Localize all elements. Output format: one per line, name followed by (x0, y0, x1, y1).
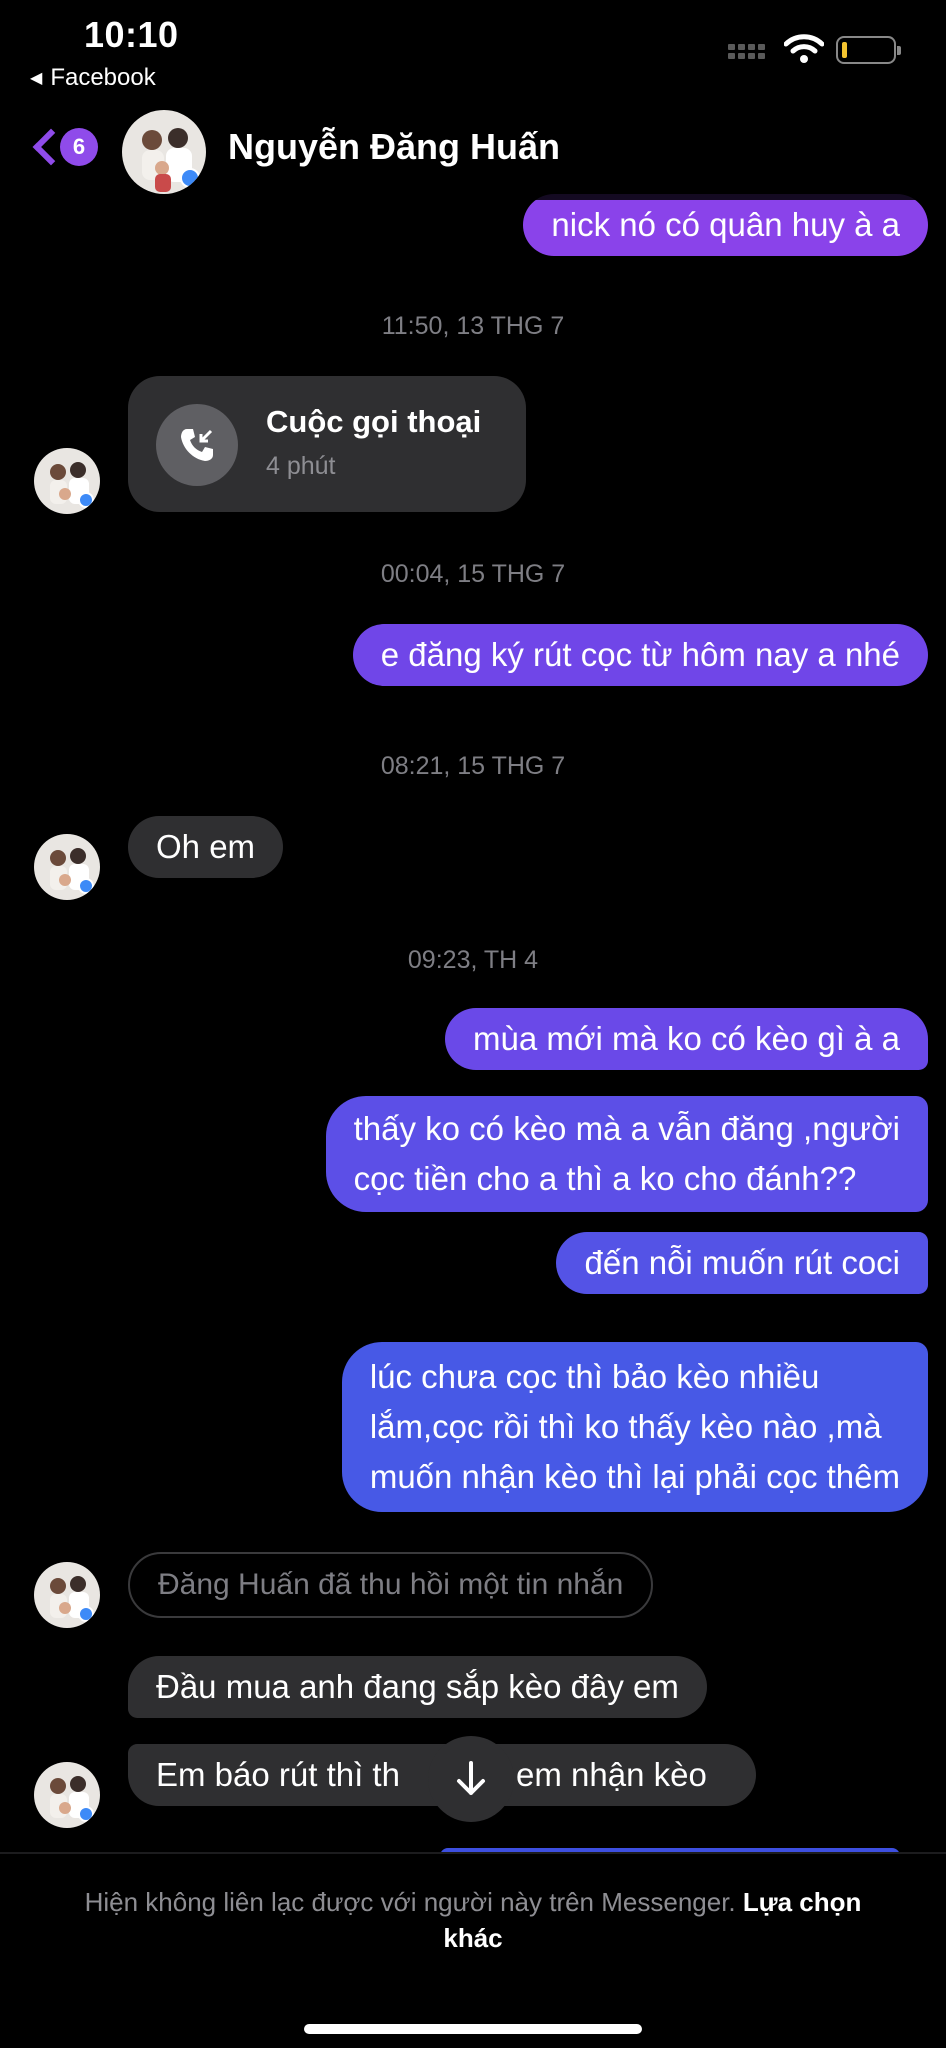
message-text: Đầu mua anh đang sắp kèo đây em (156, 1668, 679, 1705)
wifi-icon (784, 34, 824, 63)
verified-icon (78, 492, 94, 508)
verified-icon (180, 168, 200, 188)
message-text-line: muốn nhận kèo thì lại phải cọc thêm (369, 1458, 900, 1495)
contact-avatar[interactable] (122, 110, 206, 194)
message-text: nick nó có quân huy à a (551, 206, 900, 243)
back-to-app-link[interactable]: ◀ Facebook (30, 64, 156, 92)
verified-icon (78, 1606, 94, 1622)
sender-avatar[interactable] (34, 1762, 100, 1828)
back-button[interactable]: 6 (28, 128, 98, 166)
sender-avatar[interactable] (34, 834, 100, 900)
message-outgoing[interactable]: e đăng ký rút cọc từ hôm nay a nhé (352, 624, 928, 686)
message-incoming[interactable]: Oh em (128, 816, 284, 878)
composer-unavailable-bar: Hiện không liên lạc được với người này t… (0, 1852, 946, 2048)
back-triangle-icon: ◀ (30, 70, 43, 87)
timestamp: 08:21, 15 THG 7 (380, 752, 566, 780)
unavailable-notice: Hiện không liên lạc được với người này t… (60, 1884, 886, 1956)
message-outgoing[interactable]: nick nó có quân huy à a (523, 194, 928, 256)
contact-name[interactable]: Nguyễn Đăng Huấn (228, 126, 560, 168)
message-text: em nhận kèo (516, 1756, 707, 1793)
call-duration: 4 phút (266, 452, 336, 480)
message-text-line: lắm,cọc rồi thì ko thấy kèo nào ,mà (369, 1408, 882, 1445)
message-text-line: lúc chưa cọc thì bảo kèo nhiều (369, 1358, 820, 1395)
message-outgoing[interactable]: đến nỗi muốn rút coci (556, 1232, 928, 1294)
status-time: 10:10 (84, 14, 179, 55)
sender-avatar[interactable] (34, 1562, 100, 1628)
call-title: Cuộc gọi thoại (266, 404, 482, 439)
cellular-signal-icon (728, 44, 765, 59)
battery-icon (836, 36, 901, 64)
scroll-to-bottom-button[interactable] (428, 1736, 514, 1822)
message-text: e đăng ký rút cọc từ hôm nay a nhé (380, 636, 900, 673)
timestamp: 00:04, 15 THG 7 (380, 560, 566, 588)
message-outgoing[interactable]: mùa mới mà ko có kèo gì à a (445, 1008, 928, 1070)
message-text: Em báo rút thì th (156, 1756, 400, 1793)
home-indicator[interactable] (304, 2024, 642, 2034)
verified-icon (78, 1806, 94, 1822)
message-recalled-notice: Đăng Huấn đã thu hồi một tin nhắn (128, 1552, 654, 1618)
message-text-line: thấy ko có kèo mà a vẫn đăng ,người (353, 1110, 900, 1147)
message-text: mùa mới mà ko có kèo gì à a (473, 1020, 900, 1057)
sender-avatar[interactable] (34, 448, 100, 514)
message-text: Đăng Huấn đã thu hồi một tin nhắn (158, 1568, 624, 1601)
voice-call-card[interactable]: Cuộc gọi thoại 4 phút (128, 376, 526, 512)
phone-incoming-icon (156, 404, 238, 486)
message-incoming[interactable]: Đầu mua anh đang sắp kèo đây em (128, 1656, 707, 1718)
message-outgoing[interactable]: lúc chưa cọc thì bảo kèo nhiều lắm,cọc r… (341, 1342, 928, 1512)
timestamp: 09:23, TH 4 (407, 946, 539, 974)
message-outgoing[interactable]: thấy ko có kèo mà a vẫn đăng ,người cọc … (325, 1096, 928, 1212)
conversation-header: 6 Nguyễn Đăng Huấn (0, 100, 946, 200)
message-text: đến nỗi muốn rút coci (584, 1244, 900, 1281)
timestamp: 11:50, 13 THG 7 (381, 312, 565, 340)
message-text-line: cọc tiền cho a thì a ko cho đánh?? (353, 1160, 857, 1197)
notice-text: Hiện không liên lạc được với người này t… (84, 1887, 736, 1917)
back-app-label: Facebook (50, 64, 156, 91)
arrow-down-icon (457, 1761, 485, 1795)
message-text: Oh em (156, 828, 256, 865)
verified-icon (78, 878, 94, 894)
